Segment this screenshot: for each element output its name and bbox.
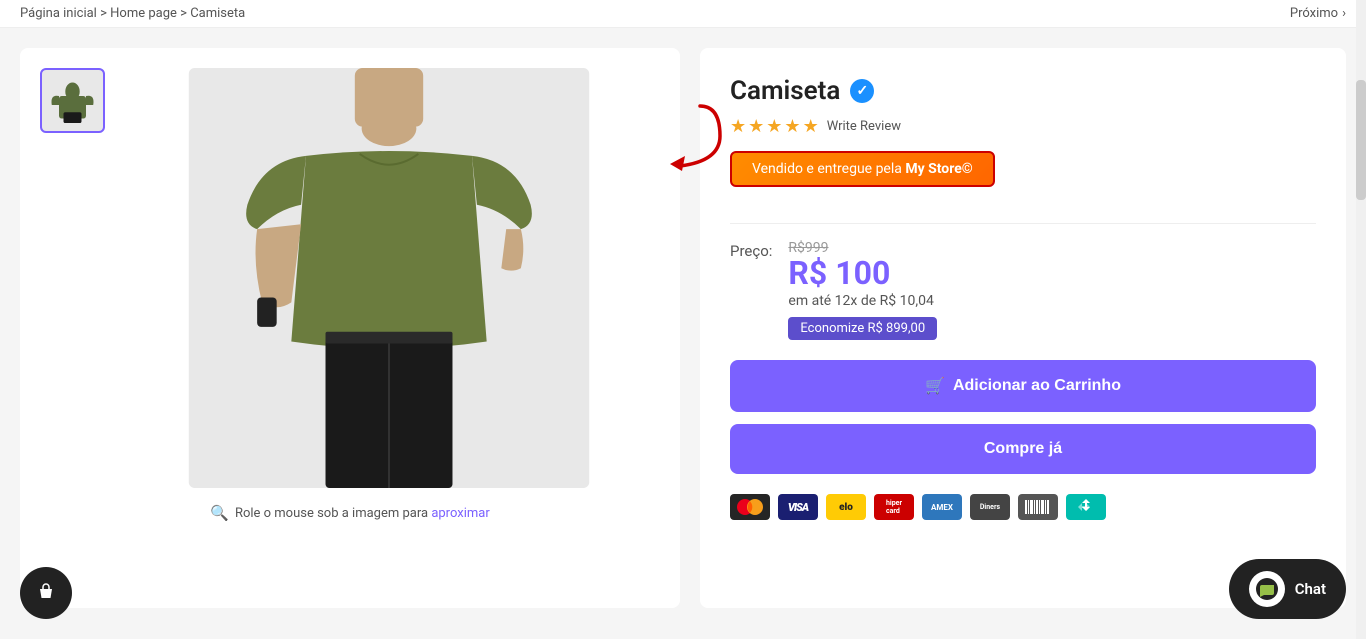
payment-methods: VISA elo hipercard AMEX Diners — [730, 494, 1316, 520]
star-3: ★ — [766, 116, 782, 137]
scrollbar-thumb[interactable] — [1356, 80, 1366, 200]
payment-boleto — [1018, 494, 1058, 520]
price-section: Preço: R$999 R$ 100 em até 12x de R$ 10,… — [730, 240, 1316, 340]
rating-row: ★ ★ ★ ★ ★ Write Review — [730, 116, 1316, 137]
price-details: R$999 R$ 100 em até 12x de R$ 10,04 Econ… — [788, 240, 937, 340]
payment-diners: Diners — [970, 494, 1010, 520]
breadcrumb-current: Camiseta — [190, 6, 245, 21]
buy-now-button[interactable]: Compre já — [730, 424, 1316, 474]
breadcrumb-sep2: > — [180, 6, 187, 21]
star-1: ★ — [730, 116, 746, 137]
verified-badge: ✓ — [850, 79, 874, 103]
zoom-hint-text: Role o mouse sob a imagem para aproximar — [235, 506, 490, 521]
chat-icon — [1249, 571, 1285, 607]
payment-amex: AMEX — [922, 494, 962, 520]
payment-pix — [1066, 494, 1106, 520]
thumbnails-column — [40, 68, 105, 488]
product-title-row: Camiseta ✓ — [730, 76, 1316, 106]
breadcrumb-homepage[interactable]: Home page — [110, 6, 177, 21]
breadcrumb: Página inicial > Home page > Camiseta — [20, 6, 245, 21]
payment-mastercard — [730, 494, 770, 520]
payment-hipercard: hipercard — [874, 494, 914, 520]
star-5: ★ — [803, 116, 819, 137]
star-2: ★ — [748, 116, 764, 137]
breadcrumb-bar: Página inicial > Home page > Camiseta Pr… — [0, 0, 1366, 28]
payment-visa: VISA — [778, 494, 818, 520]
shopify-bag-button[interactable] — [20, 567, 72, 619]
installment-text: em até 12x de R$ 10,04 — [788, 293, 937, 309]
breadcrumb-home[interactable]: Página inicial — [20, 6, 97, 21]
current-price: R$ 100 — [788, 256, 937, 291]
cart-icon: 🛒 — [925, 376, 945, 396]
add-to-cart-button[interactable]: 🛒 Adicionar ao Carrinho — [730, 360, 1316, 412]
shopify-chat-button[interactable]: Chat — [1229, 559, 1346, 619]
product-info-panel: Camiseta ✓ ★ ★ ★ ★ ★ Write Review Vendid… — [700, 48, 1346, 608]
add-to-cart-label: Adicionar ao Carrinho — [953, 377, 1121, 395]
payment-elo: elo — [826, 494, 866, 520]
product-images-panel: 🔍 Role o mouse sob a imagem para aproxim… — [20, 48, 680, 608]
product-title: Camiseta — [730, 76, 840, 106]
price-label: Preço: — [730, 240, 772, 260]
star-4: ★ — [784, 116, 800, 137]
stars: ★ ★ ★ ★ ★ — [730, 116, 819, 137]
sold-by-badge[interactable]: Vendido e entregue pela My Store© — [730, 151, 995, 187]
price-row: Preço: R$999 R$ 100 em até 12x de R$ 10,… — [730, 240, 1316, 340]
store-name: My Store© — [905, 161, 972, 177]
zoom-hint: 🔍 Role o mouse sob a imagem para aproxim… — [210, 504, 489, 522]
next-button[interactable]: Próximo › — [1290, 6, 1346, 21]
scrollbar[interactable] — [1356, 0, 1366, 639]
zoom-icon: 🔍 — [210, 504, 229, 522]
divider — [730, 223, 1316, 224]
chat-label: Chat — [1295, 580, 1326, 598]
write-review-link[interactable]: Write Review — [827, 119, 901, 134]
main-product-image — [117, 68, 660, 488]
buy-now-label: Compre já — [984, 440, 1062, 457]
thumbnail-1[interactable] — [40, 68, 105, 133]
breadcrumb-sep1: > — [100, 6, 107, 21]
savings-badge: Economize R$ 899,00 — [788, 317, 937, 340]
